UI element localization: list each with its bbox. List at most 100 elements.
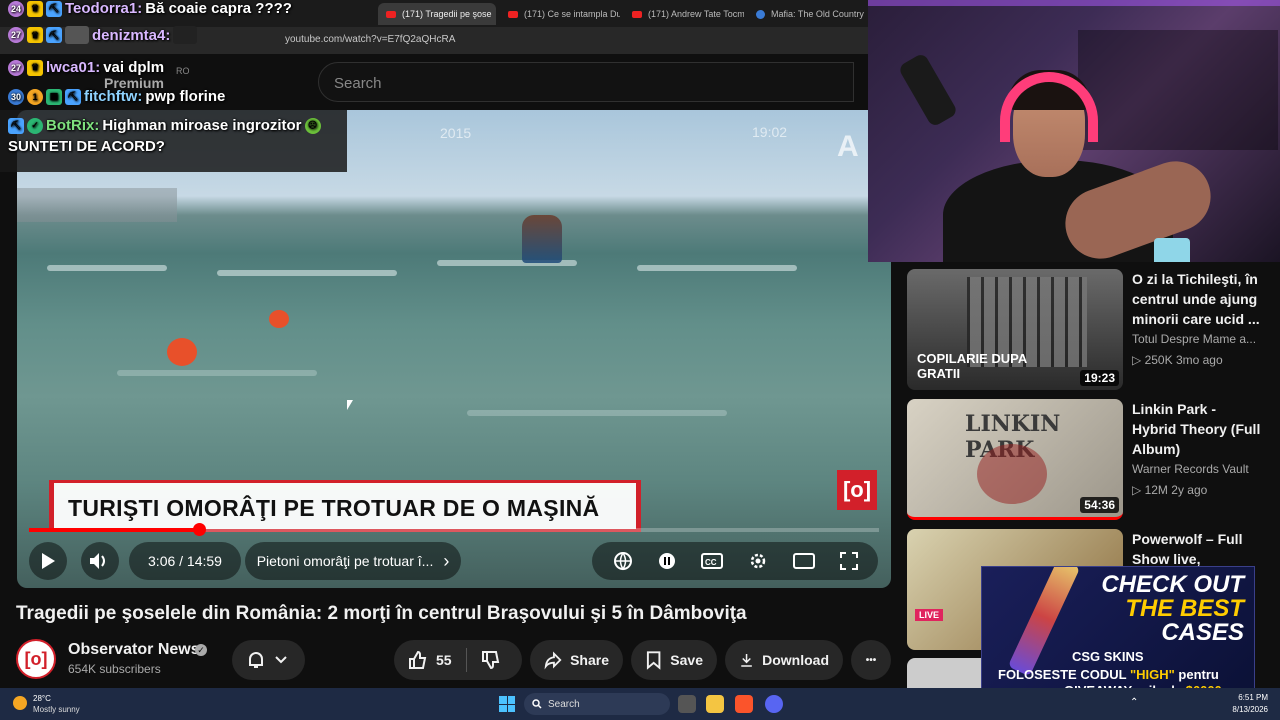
url-text[interactable]: youtube.com/watch?v=E7fQ2aQHcRA [285, 34, 455, 45]
fullscreen-icon[interactable] [839, 552, 858, 570]
play-icon [42, 553, 55, 569]
youtube-icon [386, 10, 396, 18]
ad-code-prefix: FOLOSESTE CODUL [998, 667, 1127, 682]
shoreline [17, 188, 177, 222]
ad-code: "HIGH" [1129, 667, 1175, 682]
ad-code-line: FOLOSESTE CODUL "HIGH" pentru [998, 667, 1219, 682]
globe-icon[interactable] [613, 551, 633, 571]
sick-emoji-icon: ☹ [304, 117, 321, 134]
ad-brand: CSG SKINS [1072, 649, 1144, 664]
progress-bar[interactable] [29, 523, 879, 536]
buoy [269, 310, 289, 328]
chat-message: 24 ♛ ⛏ Teodorra1: Bă coaie capra ???? [8, 0, 292, 17]
news-lower-third: TURIŞTI OMORÂŢI PE TROTUAR DE O MAŞINĂ [49, 480, 641, 532]
download-icon [741, 653, 752, 667]
buoy [167, 338, 197, 366]
chat-username: Teodorra1: [65, 0, 143, 17]
discord-icon[interactable] [765, 695, 783, 713]
tab-label: (171) Tragedii pe şose [402, 9, 492, 19]
download-button[interactable]: Download [725, 640, 843, 680]
recommendation-channel[interactable]: Warner Records Vault [1132, 462, 1249, 476]
upload-age: 2y ago [1171, 483, 1208, 497]
recommendation-title[interactable]: Linkin Park - Hybrid Theory (Full Album) [1132, 399, 1262, 459]
weather-sun-icon[interactable] [13, 696, 27, 710]
time-display: 3:06 / 14:59 [129, 542, 241, 580]
video-thumbnail[interactable]: COPILARIE DUPA GRATII 19:23 [907, 269, 1123, 390]
chapter-button[interactable]: Pietoni omorâţi pe trotuar î... › [245, 542, 461, 580]
settings-gear-icon[interactable] [748, 551, 768, 571]
windows-taskbar: 28°C Mostly sunny Search ⌃ 6:51 PM 8/13/… [0, 688, 1280, 720]
grid-icon: ▦ [46, 88, 62, 105]
duration-badge: 19:23 [1080, 370, 1119, 386]
recommendation-title[interactable]: Powerwolf – Full Show live, [1132, 529, 1262, 569]
like-count[interactable]: 55 [436, 652, 452, 668]
search-input[interactable]: Search [318, 62, 854, 102]
pause-autoplay-icon[interactable] [658, 552, 676, 570]
recommendation-channel[interactable]: Totul Despre Mame a... [1132, 332, 1256, 346]
dislike-icon[interactable] [481, 650, 501, 670]
theater-mode-icon[interactable] [792, 553, 815, 569]
clock-time[interactable]: 6:51 PM [1228, 693, 1268, 702]
taskbar-search[interactable]: Search [524, 693, 670, 715]
tab-label: (171) Ce se intampla Dup [524, 9, 620, 19]
like-icon[interactable] [408, 650, 428, 670]
youtube-icon [632, 10, 642, 18]
coin-icon: 1 [27, 88, 43, 105]
clock-date[interactable]: 8/13/2026 [1228, 705, 1268, 714]
crown-icon: ♛ [27, 59, 43, 76]
video-title: Tragedii pe şoselele din România: 2 morţ… [16, 603, 747, 624]
save-label: Save [670, 652, 703, 668]
upload-age: 3mo ago [1175, 353, 1223, 367]
share-icon [544, 651, 562, 670]
channel-avatar[interactable]: [o] [16, 639, 56, 679]
bot-text-line2: SUNTETI DE ACORD? [8, 138, 165, 155]
pickaxe-icon: ⛏ [46, 0, 62, 17]
recommendation-title[interactable]: O zi la Tichileşti, în centrul unde ajun… [1132, 269, 1262, 329]
recommendation-stats: ▷ 250K 3mo ago [1132, 353, 1223, 367]
volume-icon [90, 553, 105, 569]
year-overlay: 2015 [440, 125, 472, 141]
share-label: Share [570, 652, 609, 668]
captions-icon[interactable]: CC [700, 553, 723, 569]
chat-text: pwp florine [145, 88, 226, 105]
wave [47, 265, 167, 271]
weather-temperature[interactable]: 28°C [33, 694, 51, 703]
task-view-icon[interactable] [678, 695, 696, 713]
tab-mafia[interactable]: Mafia: The Old Country - [748, 3, 866, 25]
chat-username: denizmta4: [92, 26, 171, 44]
chat-text: vai dplm [103, 59, 165, 76]
search-icon [532, 699, 542, 709]
weather-description[interactable]: Mostly sunny [33, 705, 80, 714]
mouse-cursor-icon [347, 400, 353, 410]
chevron-right-icon: › [443, 550, 450, 571]
tab-tragedii[interactable]: (171) Tragedii pe şose × [378, 3, 496, 25]
volume-button[interactable] [81, 542, 119, 580]
progress-knob[interactable] [193, 523, 206, 536]
tab-andrew-tate[interactable]: (171) Andrew Tate Tocmai [624, 3, 744, 25]
level-badge: 30 [8, 88, 24, 105]
chat-message: 30 1 ▦ ⛏ fitchftw: pwp florine [8, 88, 225, 105]
tab-ce-se-intampla[interactable]: (171) Ce se intampla Dup [500, 3, 620, 25]
more-actions-button[interactable]: ••• [851, 640, 891, 680]
observator-badge: [o] [837, 470, 877, 510]
wave [117, 370, 317, 376]
clock-overlay: 19:02 [752, 124, 788, 140]
ad-headline-3: CASES [1161, 619, 1244, 646]
channel-name[interactable]: Observator News [68, 641, 200, 659]
share-button[interactable]: Share [530, 640, 623, 680]
subscriber-count: 654K subscribers [68, 662, 161, 676]
right-controls: CC [592, 542, 878, 580]
more-icon: ••• [865, 654, 877, 666]
save-button[interactable]: Save [631, 640, 717, 680]
start-button-icon[interactable] [499, 696, 515, 712]
tray-chevron-icon[interactable]: ⌃ [1130, 697, 1138, 708]
neon-strip [868, 0, 1280, 6]
notifications-button[interactable] [232, 640, 305, 680]
progress-fill [29, 528, 199, 532]
play-button[interactable] [29, 542, 67, 580]
emote-icon [173, 26, 198, 44]
brave-browser-icon[interactable] [735, 695, 753, 713]
video-player[interactable]: 2015 19:02 A TURIŞTI OMORÂŢI PE TROTUAR … [17, 110, 891, 588]
video-thumbnail[interactable]: LINKIN PARK 54:36 [907, 399, 1123, 520]
file-explorer-icon[interactable] [706, 695, 724, 713]
